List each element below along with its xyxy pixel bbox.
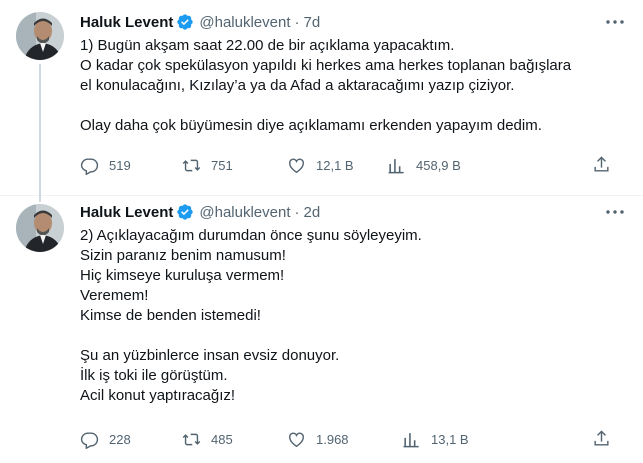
like-button[interactable]: 1.968: [287, 430, 349, 449]
reply-icon: [80, 431, 99, 449]
author-name[interactable]: Haluk Levent: [80, 14, 173, 31]
tweet-text: 2) Açıklayacağım durumdan önce şunu söyl…: [80, 226, 627, 406]
like-count: 12,1 B: [316, 157, 354, 173]
reply-button[interactable]: 228: [80, 430, 131, 449]
like-icon: [289, 158, 304, 173]
separator: ·: [294, 13, 300, 31]
author-name[interactable]: Haluk Levent: [80, 204, 173, 221]
tweet-text-line: Acil konut yaptıracağız!: [80, 387, 236, 404]
timestamp[interactable]: 7d: [304, 14, 321, 31]
retweet-icon: [182, 433, 201, 445]
views-icon: [403, 432, 419, 447]
retweet-button[interactable]: 485: [182, 430, 233, 449]
like-count: 1.968: [316, 431, 349, 447]
retweet-count: 751: [211, 157, 233, 173]
views-icon: [388, 158, 404, 173]
tweet-text-line: 1) Bugün akşam saat 22.00 de bir açıklam…: [80, 37, 455, 54]
share-icon[interactable]: [592, 155, 611, 174]
tweet[interactable]: Haluk Levent @haluklevent · 2d 2) Açıkla…: [0, 196, 643, 463]
more-icon[interactable]: [603, 10, 627, 34]
tweet-header: Haluk Levent @haluklevent · 2d: [80, 202, 627, 222]
retweet-count: 485: [211, 431, 233, 447]
reply-count: 519: [109, 157, 131, 173]
views-button[interactable]: 13,1 B: [402, 430, 469, 449]
tweet-text-line: Kimse de benden istemedi!: [80, 307, 261, 324]
tweet-text-line: Veremem!: [80, 287, 149, 304]
verified-badge-icon: [177, 204, 194, 220]
avatar[interactable]: [16, 204, 64, 252]
separator: ·: [294, 203, 300, 221]
tweet-text-line: el konulacağını, Kızılay’a ya da Afad a …: [80, 77, 515, 94]
author-handle[interactable]: @haluklevent: [199, 14, 290, 31]
tweet-actions: 228 485 1.968 13,1 B: [80, 429, 609, 449]
tweet-text-line: Olay daha çok büyümesin diye açıklamamı …: [80, 117, 542, 134]
like-icon: [289, 432, 304, 447]
views-count: 13,1 B: [431, 431, 469, 447]
views-button[interactable]: 458,9 B: [387, 156, 461, 175]
timestamp[interactable]: 2d: [304, 204, 321, 221]
retweet-button[interactable]: 751: [182, 156, 233, 175]
thread-connector-line: [39, 64, 41, 202]
tweet-text-line: Sizin paranız benim namusum!: [80, 247, 286, 264]
reply-button[interactable]: 519: [80, 156, 131, 175]
reply-count: 228: [109, 431, 131, 447]
tweet-actions: 519 751 12,1 B 458,9 B: [80, 155, 609, 175]
author-handle[interactable]: @haluklevent: [199, 204, 290, 221]
more-icon[interactable]: [603, 200, 627, 224]
avatar[interactable]: [16, 12, 64, 60]
tweet-text: 1) Bugün akşam saat 22.00 de bir açıklam…: [80, 36, 627, 136]
tweet-header: Haluk Levent @haluklevent · 7d: [80, 12, 627, 32]
tweet-text-line: 2) Açıklayacağım durumdan önce şunu söyl…: [80, 227, 422, 244]
like-button[interactable]: 12,1 B: [287, 156, 354, 175]
reply-icon: [80, 157, 99, 175]
tweet-text-line: O kadar çok spekülasyon yapıldı ki herke…: [80, 57, 572, 74]
verified-badge-icon: [177, 14, 194, 30]
tweet-text-line: Şu an yüzbinlerce insan evsiz donuyor.: [80, 347, 340, 364]
retweet-icon: [182, 159, 201, 171]
tweet[interactable]: Haluk Levent @haluklevent · 7d 1) Bugün …: [0, 0, 643, 202]
tweet-text-line: İlk iş toki ile görüştüm.: [80, 367, 228, 384]
share-icon[interactable]: [592, 429, 611, 448]
views-count: 458,9 B: [416, 157, 461, 173]
tweet-text-line: Hiç kimseye kuruluşa vermem!: [80, 267, 285, 284]
